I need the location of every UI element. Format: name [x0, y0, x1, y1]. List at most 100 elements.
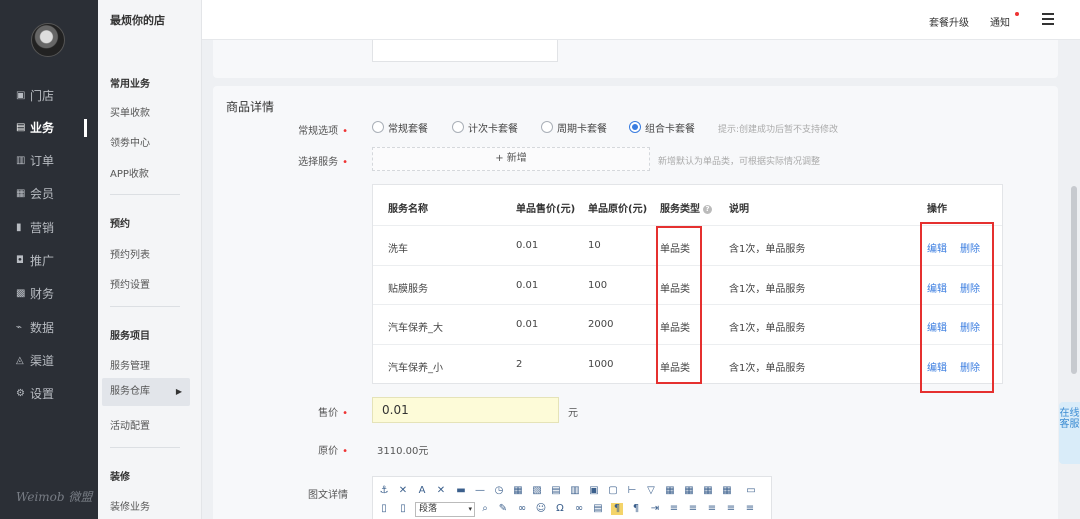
- sub-item-service-manage[interactable]: 服务管理: [110, 357, 150, 372]
- nav-item-marketing[interactable]: ▮ 营销: [16, 218, 54, 238]
- rtl-icon[interactable]: ¶: [630, 503, 642, 515]
- finance-icon: ▩: [16, 288, 26, 299]
- binoculars-icon[interactable]: ∞: [573, 503, 585, 515]
- align-justify-icon[interactable]: ≡: [725, 503, 737, 515]
- superscript-icon[interactable]: ✕: [435, 485, 447, 497]
- page-scrollbar[interactable]: [1071, 186, 1077, 374]
- col-header-type: 服务类型?: [660, 200, 712, 215]
- ltr-icon[interactable]: ¶: [611, 503, 623, 515]
- search-icon[interactable]: ⌕: [479, 503, 491, 515]
- group-title-common: 常用业务: [110, 79, 150, 90]
- radio-period-card[interactable]: 周期卡套餐: [541, 120, 607, 135]
- orig-price-value: 3110.00元: [377, 446, 429, 457]
- col-header-desc: 说明: [729, 204, 749, 215]
- hamburger-menu-icon[interactable]: [1042, 13, 1054, 25]
- omega-icon[interactable]: Ω: [554, 503, 566, 515]
- link-icon[interactable]: ∞: [516, 503, 528, 515]
- hr-icon[interactable]: —: [474, 485, 486, 497]
- help-icon[interactable]: ?: [703, 204, 712, 214]
- upgrade-link[interactable]: 套餐升级: [929, 14, 969, 29]
- price-unit: 元: [568, 408, 578, 419]
- image-icon[interactable]: ▧: [531, 485, 543, 497]
- radio-count-card[interactable]: 计次卡套餐: [452, 120, 518, 135]
- time-icon[interactable]: ◷: [493, 485, 505, 497]
- cell-price: 2: [516, 359, 523, 370]
- business-icon: ▤: [16, 122, 26, 133]
- align-center-icon[interactable]: ≡: [687, 503, 699, 515]
- channels-icon: ◬: [16, 355, 24, 366]
- col-header-price: 单品售价(元): [516, 204, 576, 215]
- gear-icon: ⚙: [16, 388, 25, 399]
- grid2-icon[interactable]: ▦: [683, 485, 695, 497]
- sub-item-app-payment[interactable]: APP收款: [110, 165, 149, 180]
- cell-desc: 含1次，单品服务: [729, 244, 806, 255]
- split-icon[interactable]: ▢: [607, 485, 619, 497]
- branch-icon[interactable]: ⊢: [626, 485, 638, 497]
- date-icon[interactable]: ▦: [512, 485, 524, 497]
- sub-item-booking-settings[interactable]: 预约设置: [110, 276, 150, 291]
- notice-link[interactable]: 通知: [990, 14, 1010, 29]
- group-title-services: 服务项目: [110, 331, 150, 342]
- emoji-icon[interactable]: ☺: [535, 503, 547, 515]
- nav-item-promotion[interactable]: ◘ 推广: [16, 251, 54, 271]
- sub-item-coupon-center[interactable]: 领劵中心: [110, 134, 150, 149]
- service-label: 选择服务 •: [298, 157, 348, 168]
- divider: [110, 306, 180, 307]
- sub-item-checkout[interactable]: 买单收款: [110, 104, 150, 119]
- radio-combo-card[interactable]: 组合卡套餐: [629, 120, 695, 135]
- nav-item-data[interactable]: ⌁ 数据: [16, 318, 54, 338]
- nav-item-orders[interactable]: ▥ 订单: [16, 151, 54, 171]
- subscript-icon[interactable]: ✕: [397, 485, 409, 497]
- online-service-tab[interactable]: 在线客服: [1059, 402, 1080, 464]
- anchor-icon[interactable]: ⚓: [378, 485, 390, 497]
- clear-icon[interactable]: ≡: [744, 503, 756, 515]
- detail-label: 图文详情: [308, 490, 348, 501]
- merge-icon[interactable]: ▣: [588, 485, 600, 497]
- notification-dot: [1015, 12, 1019, 16]
- nav-item-finance[interactable]: ▩ 财务: [16, 284, 54, 304]
- previous-section-panel: [213, 40, 1058, 78]
- active-indicator: [84, 119, 87, 137]
- undo-icon[interactable]: ▯: [378, 503, 390, 515]
- shop-name: 最烦你的店: [110, 14, 165, 27]
- nav-item-store[interactable]: ▣ 门店: [16, 86, 54, 106]
- add-service-button[interactable]: + 新增: [372, 147, 650, 171]
- sub-sidebar: 最烦你的店 常用业务 买单收款 领劵中心 APP收款 预约 预约列表 预约设置 …: [98, 0, 202, 519]
- sub-item-decoration[interactable]: 装修业务: [110, 498, 150, 513]
- format-icon[interactable]: ▯: [397, 503, 409, 515]
- price-input[interactable]: 0.01: [372, 397, 559, 423]
- indent-icon[interactable]: ⇥: [649, 503, 661, 515]
- nav-item-channels[interactable]: ◬ 渠道: [16, 351, 54, 371]
- nav-item-business[interactable]: ▤ 业务: [16, 118, 54, 138]
- filter-icon[interactable]: ▽: [645, 485, 657, 497]
- group-title-booking: 预约: [110, 219, 130, 230]
- grid-icon[interactable]: ▦: [664, 485, 676, 497]
- weimob-logo: Weimob 微盟: [16, 490, 93, 504]
- grid3-icon[interactable]: ▦: [702, 485, 714, 497]
- radio-regular[interactable]: 常规套餐: [372, 120, 428, 135]
- paragraph-select[interactable]: 段落 ▾: [415, 502, 475, 517]
- price-label: 售价 •: [318, 408, 348, 419]
- table-icon[interactable]: ▤: [550, 485, 562, 497]
- doc-icon[interactable]: ▤: [592, 503, 604, 515]
- cell-price: 0.01: [516, 319, 539, 330]
- sub-item-activity-config[interactable]: 活动配置: [110, 417, 150, 432]
- font-box-icon[interactable]: A: [416, 485, 428, 497]
- chevron-right-icon: ▶: [175, 387, 182, 396]
- sub-item-service-warehouse[interactable]: 服务仓库 ▶: [102, 378, 190, 406]
- radio-hint: 提示:创建成功后暂不支持修改: [718, 125, 839, 135]
- promotion-icon: ◘: [16, 255, 24, 266]
- grid4-icon[interactable]: ▦: [721, 485, 733, 497]
- highlight-actions-column: [920, 222, 994, 393]
- text-area[interactable]: [372, 40, 558, 62]
- shop-avatar[interactable]: [31, 23, 65, 57]
- print-icon[interactable]: ▬: [455, 485, 467, 497]
- preview-icon[interactable]: ▭: [745, 485, 757, 497]
- column-icon[interactable]: ▥: [569, 485, 581, 497]
- nav-item-settings[interactable]: ⚙ 设置: [16, 384, 54, 404]
- align-right-icon[interactable]: ≡: [706, 503, 718, 515]
- sub-item-booking-list[interactable]: 预约列表: [110, 246, 150, 261]
- nav-item-members[interactable]: ▦ 会员: [16, 184, 54, 204]
- brush-icon[interactable]: ✎: [497, 503, 509, 515]
- align-left-icon[interactable]: ≡: [668, 503, 680, 515]
